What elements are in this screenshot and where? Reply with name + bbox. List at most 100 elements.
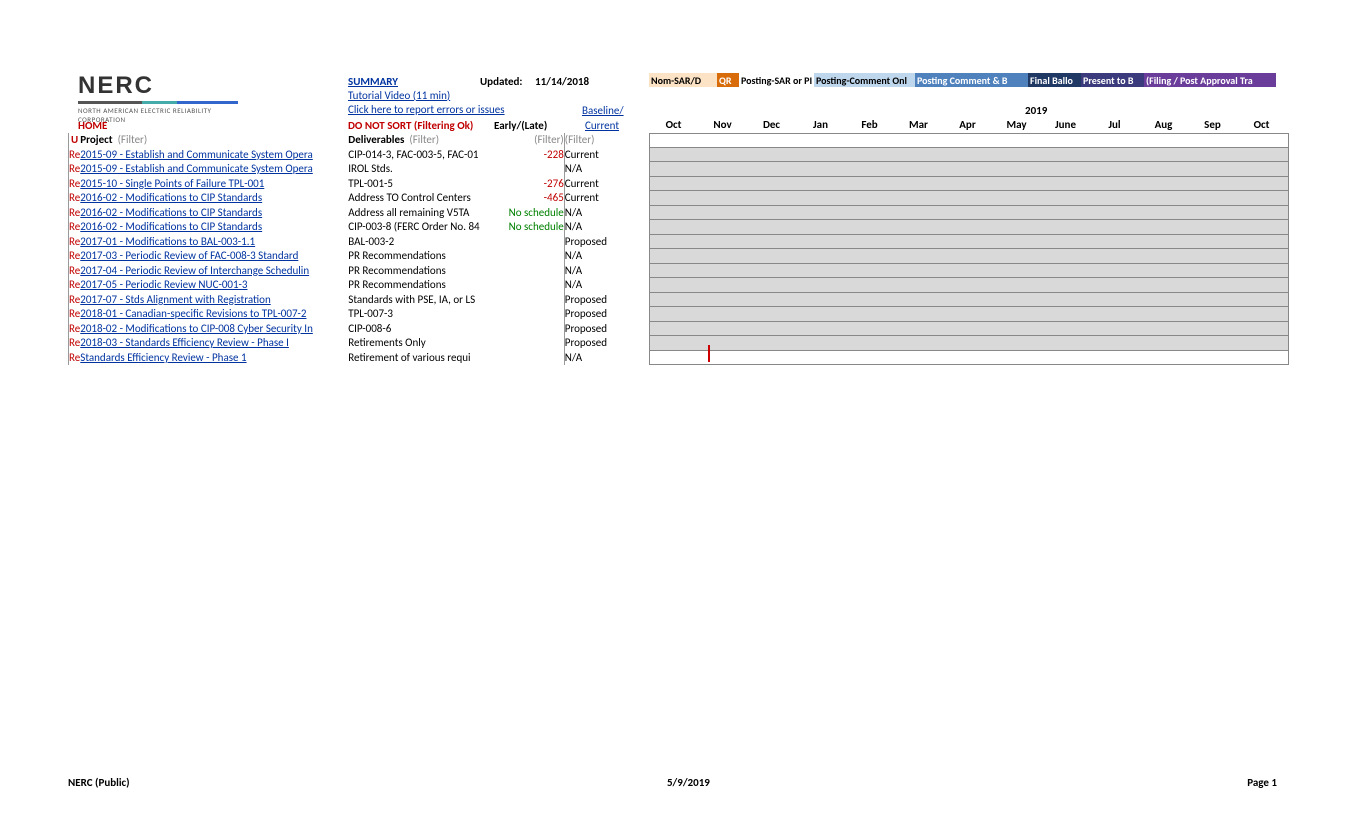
row-marker: Re (69, 206, 81, 221)
early-late-cell (494, 278, 564, 293)
baseline-link[interactable]: Baseline/ (582, 104, 622, 117)
table-row: Re2015-09 - Establish and Communicate Sy… (69, 148, 625, 163)
phase-filing: (Filing / Post Approval Tra (1144, 73, 1276, 87)
projects-table: U Project (Filter) Deliverables (Filter)… (68, 133, 624, 365)
status-cell: Proposed (564, 235, 624, 250)
early-late-cell (494, 162, 564, 177)
early-late-cell: -276 (494, 177, 564, 192)
table-row: Re2015-09 - Establish and Communicate Sy… (69, 162, 625, 177)
col-project-header[interactable]: Project (Filter) (80, 133, 348, 148)
row-marker: Re (69, 322, 81, 337)
early-late-cell (494, 293, 564, 308)
gantt-row (649, 249, 1289, 264)
gantt-row (649, 235, 1289, 250)
deliverable-cell: TPL-007-3 (348, 307, 494, 322)
deliverable-cell: IROL Stds. (348, 162, 494, 177)
early-late-cell: -228 (494, 148, 564, 163)
deliverable-cell: Address all remaining V5TA (348, 206, 494, 221)
status-cell: N/A (564, 249, 624, 264)
month-header: May (992, 118, 1041, 131)
deliverable-cell: CIP-008-6 (348, 322, 494, 337)
table-row: ReStandards Efficiency Review - Phase 1R… (69, 351, 625, 366)
phase-posting-sar: Posting-SAR or PI (739, 73, 814, 87)
footer-center: 5/9/2019 (667, 776, 710, 789)
table-row: Re2016-02 - Modifications to CIP Standar… (69, 191, 625, 206)
month-header: Oct (649, 118, 698, 131)
deliverable-cell: CIP-003-8 (FERC Order No. 84 (348, 220, 494, 235)
tutorial-video-link[interactable]: Tutorial Video (11 min) (348, 89, 450, 102)
deliverable-cell: Retirements Only (348, 336, 494, 351)
early-late-cell: -465 (494, 191, 564, 206)
month-header: Dec (747, 118, 796, 131)
current-link[interactable]: Current (585, 119, 619, 132)
phase-qr: QR (717, 73, 739, 87)
month-header: Nov (698, 118, 747, 131)
deliverable-cell: Retirement of various requi (348, 351, 494, 366)
status-cell: Current (564, 148, 624, 163)
col-deliverables-header[interactable]: Deliverables (Filter) (348, 133, 494, 148)
col-status-filter[interactable]: (Filter) (564, 133, 624, 148)
deliverable-cell: PR Recommendations (348, 278, 494, 293)
table-row: Re2018-02 - Modifications to CIP-008 Cyb… (69, 322, 625, 337)
gantt-row (649, 206, 1289, 221)
project-link[interactable]: 2015-10 - Single Points of Failure TPL-0… (80, 177, 264, 190)
summary-link[interactable]: SUMMARY (348, 75, 398, 88)
logo-title: NERC (78, 72, 238, 100)
deliverable-cell: Standards with PSE, IA, or LS (348, 293, 494, 308)
project-link[interactable]: 2018-02 - Modifications to CIP-008 Cyber… (80, 322, 313, 335)
timeline-grid (649, 133, 1289, 365)
gantt-row (649, 220, 1289, 235)
gantt-row (649, 322, 1289, 337)
footer-left: NERC (Public) (68, 776, 130, 789)
phase-nom-sar: Nom-SAR/D (649, 73, 717, 87)
timeline-months-row: OctNovDecJanFebMarAprMayJuneJulAugSepOct (649, 118, 1286, 131)
row-marker: Re (69, 220, 81, 235)
month-header: Aug (1139, 118, 1188, 131)
project-link[interactable]: 2015-09 - Establish and Communicate Syst… (80, 162, 313, 175)
status-cell: Current (564, 177, 624, 192)
row-marker: Re (69, 293, 81, 308)
project-link[interactable]: 2017-01 - Modifications to BAL-003-1.1 (80, 235, 255, 248)
early-late-cell (494, 336, 564, 351)
table-row: Re2016-02 - Modifications to CIP Standar… (69, 220, 625, 235)
row-marker: Re (69, 278, 81, 293)
project-link[interactable]: 2017-05 - Periodic Review NUC-001-3 (80, 278, 247, 291)
gantt-row (649, 162, 1289, 177)
project-link[interactable]: 2017-04 - Periodic Review of Interchange… (80, 264, 309, 277)
phase-present-board: Present to B (1081, 73, 1144, 87)
status-cell: Proposed (564, 293, 624, 308)
nerc-logo: NERC NORTH AMERICAN ELECTRIC RELIABILITY… (78, 72, 238, 124)
project-link[interactable]: 2017-07 - Stds Alignment with Registrati… (80, 293, 270, 306)
logo-bar (78, 101, 238, 104)
no-sort-label: DO NOT SORT (Filtering Ok) (348, 119, 473, 132)
project-link[interactable]: 2018-01 - Canadian-specific Revisions to… (80, 307, 306, 320)
month-header: Oct (1237, 118, 1286, 131)
early-late-cell: No schedule (494, 220, 564, 235)
footer-right: Page 1 (1247, 776, 1277, 789)
status-cell: N/A (564, 162, 624, 177)
early-late-cell (494, 264, 564, 279)
project-link[interactable]: Standards Efficiency Review - Phase 1 (80, 351, 246, 364)
project-link[interactable]: 2016-02 - Modifications to CIP Standards (80, 220, 262, 233)
project-link[interactable]: 2016-02 - Modifications to CIP Standards (80, 206, 262, 219)
project-link[interactable]: 2017-03 - Periodic Review of FAC-008-3 S… (80, 249, 298, 262)
month-header: Jul (1090, 118, 1139, 131)
table-row: Re2018-01 - Canadian-specific Revisions … (69, 307, 625, 322)
home-label[interactable]: HOME (78, 119, 107, 132)
gantt-row (649, 293, 1289, 308)
month-header: Jan (796, 118, 845, 131)
col-u-header[interactable]: U (69, 133, 81, 148)
updated-date: 11/14/2018 (535, 75, 589, 88)
row-marker: Re (69, 177, 81, 192)
month-header: June (1041, 118, 1090, 131)
early-late-cell (494, 249, 564, 264)
project-link[interactable]: 2018-03 - Standards Efficiency Review - … (80, 336, 289, 349)
project-link[interactable]: 2015-09 - Establish and Communicate Syst… (80, 148, 313, 161)
report-errors-link[interactable]: Click here to report errors or issues (348, 103, 505, 116)
col-early-late-filter[interactable]: (Filter) (494, 133, 564, 148)
deliverable-cell: PR Recommendations (348, 264, 494, 279)
early-late-header: Early/(Late) (494, 119, 547, 132)
project-link[interactable]: 2016-02 - Modifications to CIP Standards (80, 191, 262, 204)
table-row: Re2017-04 - Periodic Review of Interchan… (69, 264, 625, 279)
month-header: Feb (845, 118, 894, 131)
